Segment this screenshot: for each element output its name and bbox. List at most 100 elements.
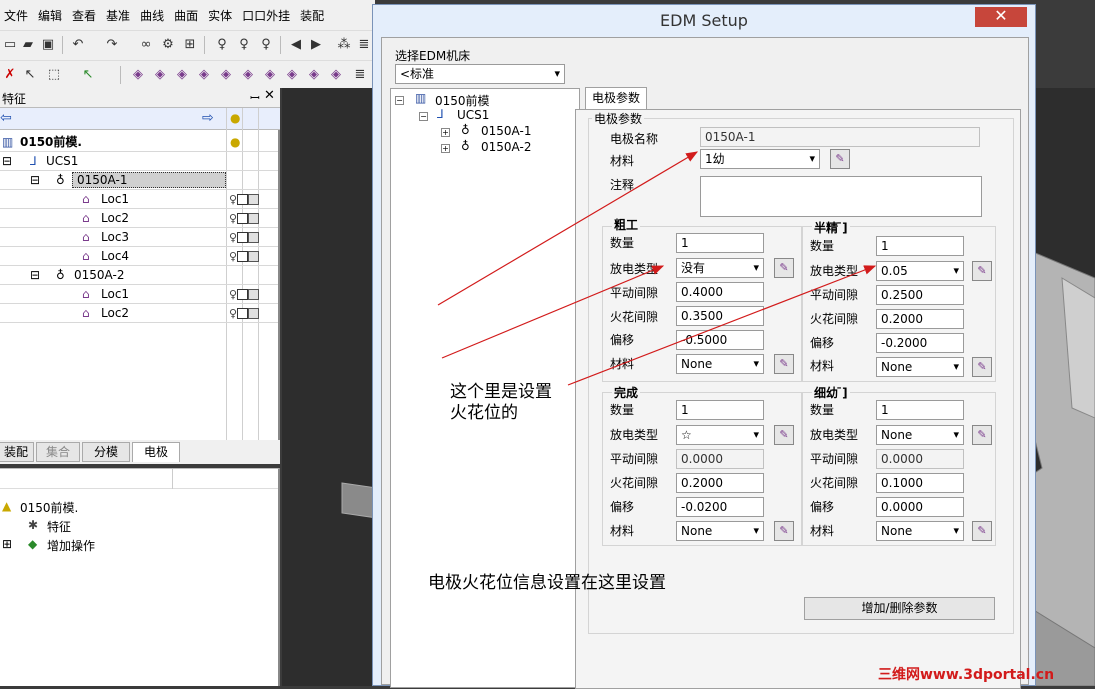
pin-icon[interactable]: ꟷ [250,89,260,106]
finish-mat-select[interactable]: None [676,521,764,541]
tree-node-electrode-2[interactable]: 0150A-2 [481,140,531,154]
forward-arrow-icon[interactable]: ▶ [308,37,324,53]
tree-collapse-icon[interactable]: − [419,109,428,123]
tree-expand-icon[interactable]: + [441,141,450,155]
semi-type-select[interactable]: 0.05 [876,261,964,281]
row-controls[interactable]: ♀ [229,285,260,304]
filter-4-icon[interactable]: ◈ [196,67,212,83]
menu-plugin[interactable]: 口口外挂 [238,7,296,24]
menu-curve[interactable]: 曲线 [136,7,170,24]
close-icon[interactable]: ✕ [264,88,275,103]
tree-row[interactable]: ▥ 0150前模. ● [0,133,278,152]
open-folder-icon[interactable]: ▰ [20,37,36,53]
filter-8-icon[interactable]: ◈ [284,67,300,83]
row-controls[interactable]: ♀ [229,228,260,247]
ops-root-label[interactable]: 0150前模. [20,499,78,516]
electrode-name-field[interactable]: 0150A-1 [700,127,980,147]
tab-collection[interactable]: 集合 [36,442,80,462]
row-controls[interactable]: ♀ [229,304,260,323]
rough-type-select[interactable]: 没有 [676,258,764,278]
menu-file[interactable]: 文件 [0,7,34,24]
glasses-icon[interactable]: ∞ [138,37,154,53]
menu-view[interactable]: 查看 [68,7,102,24]
rough-qty-field[interactable]: 1 [676,233,764,253]
expand-icon[interactable]: ⊟ [30,266,40,284]
filter-2-icon[interactable]: ◈ [152,67,168,83]
rough-spark-field[interactable]: 0.3500 [676,306,764,326]
menu-assembly[interactable]: 装配 [296,7,330,24]
menu-datum[interactable]: 基准 [102,7,136,24]
fine-offset-field[interactable]: 0.0000 [876,497,964,517]
save-icon[interactable]: ▣ [40,37,56,53]
fine-spark-field[interactable]: 0.1000 [876,473,964,493]
tab-electrode-params[interactable]: 电极参数 [585,87,647,109]
filter-1-icon[interactable]: ◈ [130,67,146,83]
nav-left-icon[interactable]: ⇦ [0,110,12,126]
tree-node-ucs[interactable]: UCS1 [457,108,489,122]
menu-edit[interactable]: 编辑 [34,7,68,24]
semi-spark-field[interactable]: 0.2000 [876,309,964,329]
tree-row[interactable]: ⊟ ⅃ UCS1 [0,152,278,171]
tab-assembly[interactable]: 装配 [0,442,34,462]
tool-icon[interactable]: ⚙ [160,37,176,53]
menu-solid[interactable]: 实体 [204,7,238,24]
delete-icon[interactable]: ✗ [2,67,18,83]
new-file-icon[interactable]: ▭ [2,37,18,53]
menu-surface[interactable]: 曲面 [170,7,204,24]
expand-icon[interactable]: ⊟ [2,152,12,170]
tree-row[interactable]: ⌂ Loc1 ♀ [0,190,278,209]
expand-icon[interactable]: ⊞ [2,537,12,551]
semi-offset-field[interactable]: -0.2000 [876,333,964,353]
semi-type-edit-icon[interactable]: ✎ [972,261,992,281]
tree-row[interactable]: ⊟ ♁ 0150A-1 [0,171,278,190]
filter-3-icon[interactable]: ◈ [174,67,190,83]
fine-type-edit-icon[interactable]: ✎ [972,425,992,445]
machine-select[interactable]: <标准 [395,64,565,84]
tree-row[interactable]: ⌂ Loc4 ♀ [0,247,278,266]
rough-mat-edit-icon[interactable]: ✎ [774,354,794,374]
tree-row[interactable]: ⌂ Loc3 ♀ [0,228,278,247]
redo-icon[interactable]: ↷ [104,37,120,53]
row-controls[interactable]: ♀ [229,209,260,228]
row-controls[interactable]: ♀ [229,247,260,266]
finish-type-select[interactable]: ☆ [676,425,764,445]
note-textarea[interactable] [700,176,982,217]
bulb-on-icon[interactable]: ♀ [236,37,252,53]
material-select[interactable]: 1幼 [700,149,820,169]
semi-qty-field[interactable]: 1 [876,236,964,256]
finish-qty-field[interactable]: 1 [676,400,764,420]
tree-row[interactable]: ⊟ ♁ 0150A-2 [0,266,278,285]
tree-row[interactable]: ⌂ Loc2 ♀ [0,209,278,228]
rough-offset-field[interactable]: -0.5000 [676,330,764,350]
select-mode-icon[interactable]: ↖ [80,67,96,83]
pick-icon[interactable]: ↖ [22,67,38,83]
fine-orbit-field[interactable]: 0.0000 [876,449,964,469]
rough-orbit-field[interactable]: 0.4000 [676,282,764,302]
select-filter-icon[interactable]: ⬚ [46,67,62,83]
finish-orbit-field[interactable]: 0.0000 [676,449,764,469]
tab-electrode[interactable]: 电极 [132,442,180,462]
semi-mat-edit-icon[interactable]: ✎ [972,357,992,377]
tree-node-electrode-1[interactable]: 0150A-1 [481,124,531,138]
fine-mat-select[interactable]: None [876,521,964,541]
filter-10-icon[interactable]: ◈ [328,67,344,83]
filter-5-icon[interactable]: ◈ [218,67,234,83]
nav-right-icon[interactable]: ⇨ [202,110,214,126]
semi-orbit-field[interactable]: 0.2500 [876,285,964,305]
undo-icon[interactable]: ↶ [70,37,86,53]
dialog-close-button[interactable]: ✕ [975,7,1027,27]
tab-split-mold[interactable]: 分模 [82,442,130,462]
fine-mat-edit-icon[interactable]: ✎ [972,521,992,541]
semi-mat-select[interactable]: None [876,357,964,377]
ops-feature-label[interactable]: 特征 [47,518,71,535]
tree-row[interactable]: ⌂ Loc2 ♀ [0,304,278,323]
material-edit-icon[interactable]: ✎ [830,149,850,169]
fine-qty-field[interactable]: 1 [876,400,964,420]
filter-9-icon[interactable]: ◈ [306,67,322,83]
finish-spark-field[interactable]: 0.2000 [676,473,764,493]
add-delete-params-button[interactable]: 增加/删除参数 [804,597,995,620]
finish-offset-field[interactable]: -0.0200 [676,497,764,517]
rough-type-edit-icon[interactable]: ✎ [774,258,794,278]
finish-mat-edit-icon[interactable]: ✎ [774,521,794,541]
bulb-icon[interactable]: ● [230,133,240,151]
